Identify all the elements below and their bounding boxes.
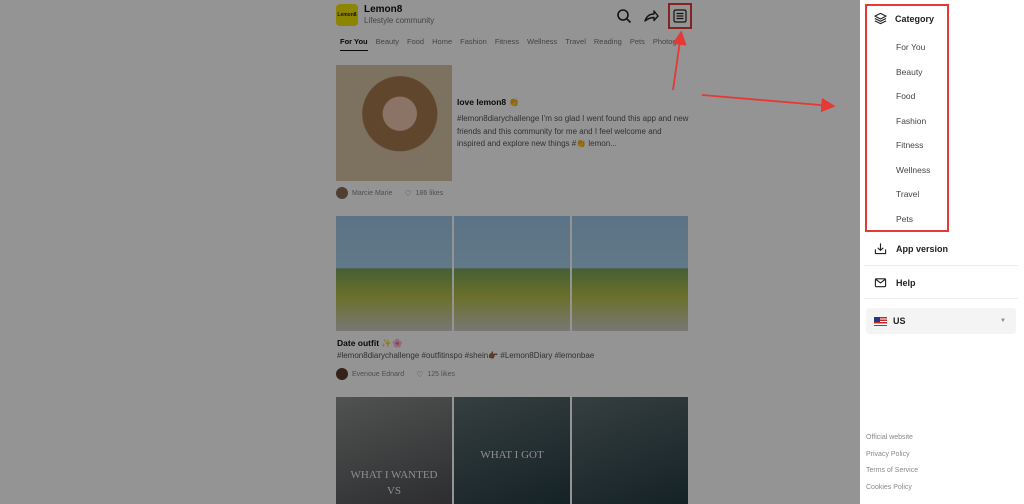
category-item-food[interactable]: Food [896, 91, 930, 116]
category-item-travel[interactable]: Travel [896, 189, 930, 214]
category-list: For You Beauty Food Fashion Fitness Well… [896, 42, 930, 238]
category-label: Category [895, 13, 935, 24]
app-version-item[interactable]: App version [874, 242, 948, 255]
terms-of-service-link[interactable]: Terms of Service [866, 467, 918, 484]
privacy-policy-link[interactable]: Privacy Policy [866, 451, 918, 468]
download-icon [874, 243, 887, 255]
category-item-fashion[interactable]: Fashion [896, 116, 930, 141]
divider [864, 265, 1018, 266]
dim-overlay[interactable] [0, 0, 860, 504]
divider [864, 298, 1018, 299]
chevron-down-icon: ▼ [1000, 318, 1006, 324]
category-item-pets[interactable]: Pets [896, 214, 930, 239]
category-header[interactable]: Category [874, 12, 934, 25]
mail-icon [874, 278, 887, 288]
language-value: US [893, 316, 906, 326]
official-website-link[interactable]: Official website [866, 434, 918, 451]
category-item-wellness[interactable]: Wellness [896, 165, 930, 190]
app-version-label: App version [896, 243, 949, 254]
help-label: Help [896, 277, 916, 288]
language-select[interactable]: US ▼ [866, 308, 1016, 334]
footer-links: Official website Privacy Policy Terms of… [866, 434, 918, 500]
layers-icon [874, 12, 887, 25]
category-item-fitness[interactable]: Fitness [896, 140, 930, 165]
us-flag-icon [874, 316, 887, 326]
cookies-policy-link[interactable]: Cookies Policy [866, 484, 918, 501]
category-item-for-you[interactable]: For You [896, 42, 930, 67]
category-item-beauty[interactable]: Beauty [896, 67, 930, 92]
help-item[interactable]: Help [874, 276, 916, 289]
